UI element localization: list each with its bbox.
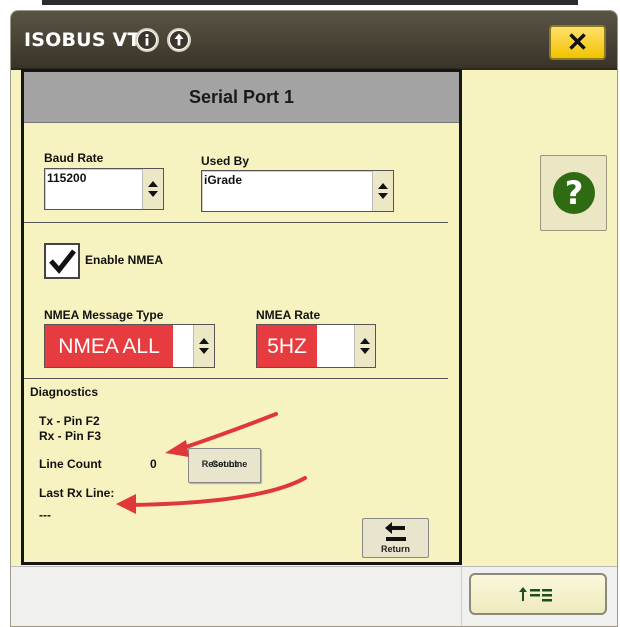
nmea-message-type-value: NMEA ALL xyxy=(45,325,173,367)
enable-nmea-checkbox[interactable] xyxy=(44,243,80,279)
return-button[interactable]: Return xyxy=(362,518,429,558)
return-label: Return xyxy=(381,544,410,554)
rx-pin-text: Rx - Pin F3 xyxy=(39,429,102,443)
line-count-value: 0 xyxy=(150,457,157,471)
nmea-rate-value: 5HZ xyxy=(257,325,317,367)
isobus-vt-window: ISOBUS VT ✕ Serial Port 1 Baud Rate 1152… xyxy=(10,10,618,627)
used-by-select[interactable]: iGrade xyxy=(201,170,394,212)
spinner-arrows-icon xyxy=(354,325,375,367)
section-divider xyxy=(24,378,448,379)
section-divider xyxy=(24,222,448,223)
baud-rate-label: Baud Rate xyxy=(44,151,104,165)
title-bar: ISOBUS VT ✕ xyxy=(11,11,617,70)
window-title: ISOBUS VT xyxy=(24,29,141,51)
last-rx-line-label: Last Rx Line: xyxy=(39,486,115,500)
return-arrow-icon xyxy=(385,522,406,541)
question-icon: ? xyxy=(553,172,595,214)
menu-sort-button[interactable] xyxy=(469,573,607,615)
bottom-divider xyxy=(461,567,462,626)
top-edge-strip xyxy=(42,0,578,5)
line-count-label: Line Count xyxy=(39,457,102,471)
last-rx-line-value: --- xyxy=(39,508,51,522)
baud-rate-select[interactable]: 115200 xyxy=(44,168,164,210)
nmea-message-type-select[interactable]: NMEA ALL xyxy=(44,324,215,368)
spinner-arrows-icon xyxy=(142,169,163,209)
reset-line-count-button[interactable]: Reset Line Count xyxy=(188,448,261,483)
used-by-value: iGrade xyxy=(204,173,243,187)
checkmark-icon xyxy=(49,249,76,274)
diagnostics-heading: Diagnostics xyxy=(30,385,99,399)
spinner-arrows-icon xyxy=(372,171,393,211)
nmea-rate-label: NMEA Rate xyxy=(256,308,321,322)
list-arrow-icon xyxy=(519,587,552,602)
enable-nmea-label: Enable NMEA xyxy=(85,253,164,267)
baud-rate-value: 115200 xyxy=(47,171,87,185)
reset-label-line2: Count xyxy=(211,459,238,469)
serial-port-panel: Serial Port 1 Baud Rate 115200 Used By i… xyxy=(21,69,462,565)
panel-header: Serial Port 1 xyxy=(24,72,459,123)
nmea-rate-select[interactable]: 5HZ xyxy=(256,324,376,368)
tx-pin-text: Tx - Pin F2 xyxy=(39,414,100,428)
close-icon: ✕ xyxy=(566,27,589,57)
bottom-bar xyxy=(11,566,617,626)
info-icon[interactable] xyxy=(135,28,159,52)
reset-line-count-label: Reset Line Count xyxy=(189,454,260,469)
svg-text:?: ? xyxy=(565,174,584,212)
close-button[interactable]: ✕ xyxy=(549,25,606,60)
nmea-message-type-label: NMEA Message Type xyxy=(44,308,164,322)
panel-title: Serial Port 1 xyxy=(188,87,295,107)
help-button[interactable]: ? xyxy=(540,155,607,231)
spinner-arrows-icon xyxy=(193,325,214,367)
used-by-label: Used By xyxy=(201,154,250,168)
upload-info-icon[interactable] xyxy=(167,28,191,52)
